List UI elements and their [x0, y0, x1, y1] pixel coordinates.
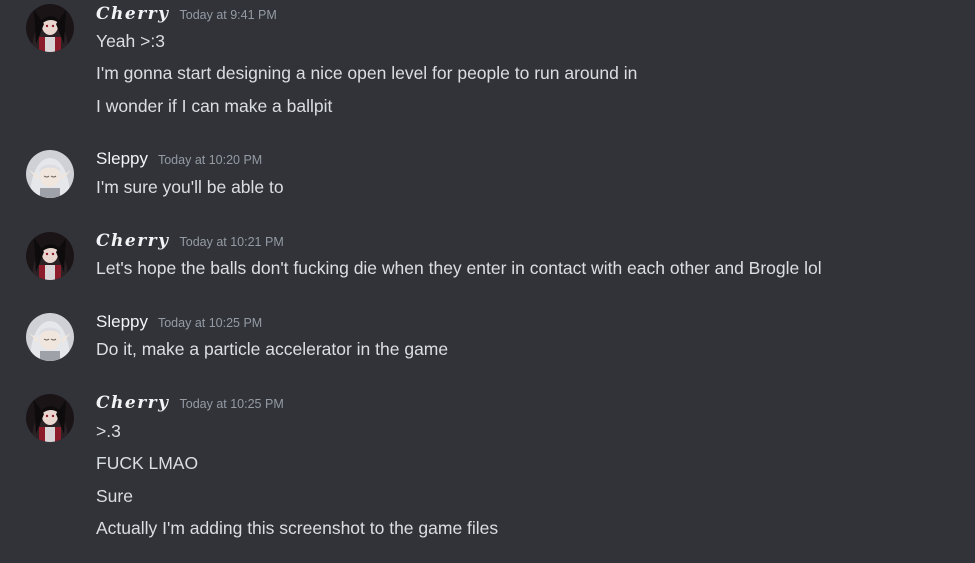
message-text: I wonder if I can make a ballpit — [96, 96, 333, 116]
message-header: Cherry Today at 10:25 PM — [96, 393, 284, 415]
message-text: >.3 — [96, 421, 121, 441]
message-text: Let's hope the balls don't fucking die w… — [96, 258, 822, 278]
sleppy-avatar-icon[interactable] — [26, 313, 74, 361]
message-header: Sleppy Today at 10:25 PM — [96, 312, 262, 334]
cherry-avatar-icon[interactable] — [26, 232, 74, 280]
username[interactable]: Sleppy — [96, 312, 148, 332]
message-header: Cherry Today at 9:41 PM — [96, 4, 277, 26]
message-text: Do it, make a particle accelerator in th… — [96, 339, 449, 359]
username[interactable]: Cherry — [96, 393, 170, 413]
message-text: Actually I'm adding this screenshot to t… — [96, 518, 499, 538]
username[interactable]: Sleppy — [96, 149, 148, 169]
message-text: I'm sure you'll be able to — [96, 177, 284, 197]
message-timestamp[interactable]: Today at 10:20 PM — [158, 153, 262, 167]
message-header: Sleppy Today at 10:20 PM — [96, 149, 262, 171]
username[interactable]: Cherry — [96, 231, 170, 251]
message-text: Yeah >:3 — [96, 31, 165, 51]
message-text: Sure — [96, 486, 133, 506]
message-text: I'm gonna start designing a nice open le… — [96, 63, 638, 83]
chat-message-list: Cherry Today at 9:41 PM Yeah >:3 I'm gon… — [0, 0, 975, 563]
cherry-avatar-icon[interactable] — [26, 394, 74, 442]
cherry-avatar-icon[interactable] — [26, 4, 74, 52]
message-timestamp[interactable]: Today at 10:21 PM — [180, 235, 284, 249]
message-text: FUCK LMAO — [96, 453, 199, 473]
sleppy-avatar-icon[interactable] — [26, 150, 74, 198]
message-timestamp[interactable]: Today at 10:25 PM — [158, 316, 262, 330]
username[interactable]: Cherry — [96, 4, 170, 24]
message-timestamp[interactable]: Today at 10:25 PM — [180, 397, 284, 411]
message-timestamp[interactable]: Today at 9:41 PM — [180, 8, 277, 22]
message-header: Cherry Today at 10:21 PM — [96, 231, 284, 253]
